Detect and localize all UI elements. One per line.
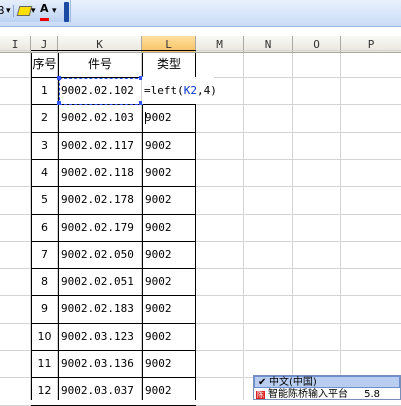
formula-prefix: =left(	[144, 84, 184, 97]
toolbar-grip-icon[interactable]	[64, 2, 69, 22]
ime-option-chinese[interactable]: ✔ 中文(中国)	[254, 376, 400, 388]
selection-handle	[57, 76, 61, 80]
grid-vline	[243, 53, 244, 400]
grid-vline	[340, 53, 341, 400]
row-seq-cell[interactable]: 8	[31, 268, 58, 295]
check-icon: ✔	[258, 377, 267, 388]
row-type-cell[interactable]: 9002	[142, 268, 196, 295]
ime-version: 5.8	[364, 389, 380, 400]
row-type-cell[interactable]: 9002	[142, 132, 196, 159]
ime-option-label: 智能陈桥输入平台	[268, 389, 348, 400]
row-type-cell[interactable]: 9002	[142, 241, 196, 268]
row-type-cell[interactable]: 9002	[142, 214, 196, 241]
row-part-cell[interactable]: 9002.02.118	[58, 159, 142, 186]
ime-option-input-platform[interactable]: 陈 智能陈桥输入平台 5.8	[254, 389, 400, 401]
row-part-cell[interactable]: 9002.03.123	[58, 323, 142, 350]
bold-button[interactable]: B	[0, 4, 5, 18]
formula-suffix: ,4)	[197, 84, 217, 97]
formula-reference: K2	[183, 84, 197, 97]
ime-language-menu: ✔ 中文(中国) 陈 智能陈桥输入平台 5.8	[253, 375, 401, 400]
grid-vline	[292, 53, 293, 400]
row-seq-cell[interactable]: 7	[31, 241, 58, 268]
row-seq-cell[interactable]: 10	[31, 323, 58, 350]
selection-handle	[57, 101, 61, 105]
row-part-cell[interactable]: 9002.02.183	[58, 295, 142, 322]
copy-selection-box	[59, 78, 143, 105]
fill-color-dropdown-icon[interactable]: ▾	[31, 6, 36, 20]
row-seq-cell[interactable]: 6	[31, 214, 58, 241]
row-part-cell[interactable]: 9002.02.051	[58, 268, 142, 295]
formatting-toolbar: B ▾ ▾ A ▾	[0, 0, 401, 27]
row-type-cell[interactable]: 9002	[142, 323, 196, 350]
row-part-cell[interactable]: 9002.03.136	[58, 350, 142, 377]
row-type-cell[interactable]: 9002	[142, 186, 196, 213]
row-seq-cell[interactable]: 2	[31, 104, 58, 131]
ime-option-label: 中文(中国)	[269, 377, 317, 388]
header-seq[interactable]: 序号	[31, 51, 58, 78]
header-type[interactable]: 类型	[142, 51, 196, 78]
text-caret	[145, 112, 146, 124]
row-part-cell[interactable]: 9002.02.103	[58, 104, 142, 131]
row-seq-cell[interactable]: 3	[31, 132, 58, 159]
row-seq-cell[interactable]: 9	[31, 295, 58, 322]
row-part-cell[interactable]: 9002.02.178	[58, 186, 142, 213]
row-type-cell[interactable]: 9002	[142, 159, 196, 186]
row-type-cell[interactable]: 9002	[142, 104, 196, 131]
row-part-cell[interactable]: 9002.02.179	[58, 214, 142, 241]
font-color-icon[interactable]: A	[40, 3, 49, 21]
row-type-cell[interactable]: 9002	[142, 295, 196, 322]
row-seq-cell[interactable]: 4	[31, 159, 58, 186]
row-part-cell[interactable]: 9002.02.117	[58, 132, 142, 159]
font-color-dropdown-icon[interactable]: ▾	[52, 6, 57, 20]
toolbar-separator	[13, 5, 14, 17]
row-seq-cell[interactable]: 1	[31, 77, 58, 104]
header-part[interactable]: 件号	[58, 51, 142, 78]
formula-edit-cell[interactable]: =left(K2,4)	[142, 77, 217, 124]
row-seq-cell[interactable]: 11	[31, 350, 58, 377]
row-type-cell[interactable]: 9002	[142, 350, 196, 377]
ime-logo-icon: 陈	[256, 391, 265, 399]
row-seq-cell[interactable]: 5	[31, 186, 58, 213]
toolbar-left-group: B ▾ ▾ A ▾	[0, 0, 71, 22]
dropdown-arrow-icon[interactable]: ▾	[6, 6, 11, 20]
fill-color-icon[interactable]	[16, 6, 33, 16]
row-part-cell[interactable]: 9002.02.050	[58, 241, 142, 268]
